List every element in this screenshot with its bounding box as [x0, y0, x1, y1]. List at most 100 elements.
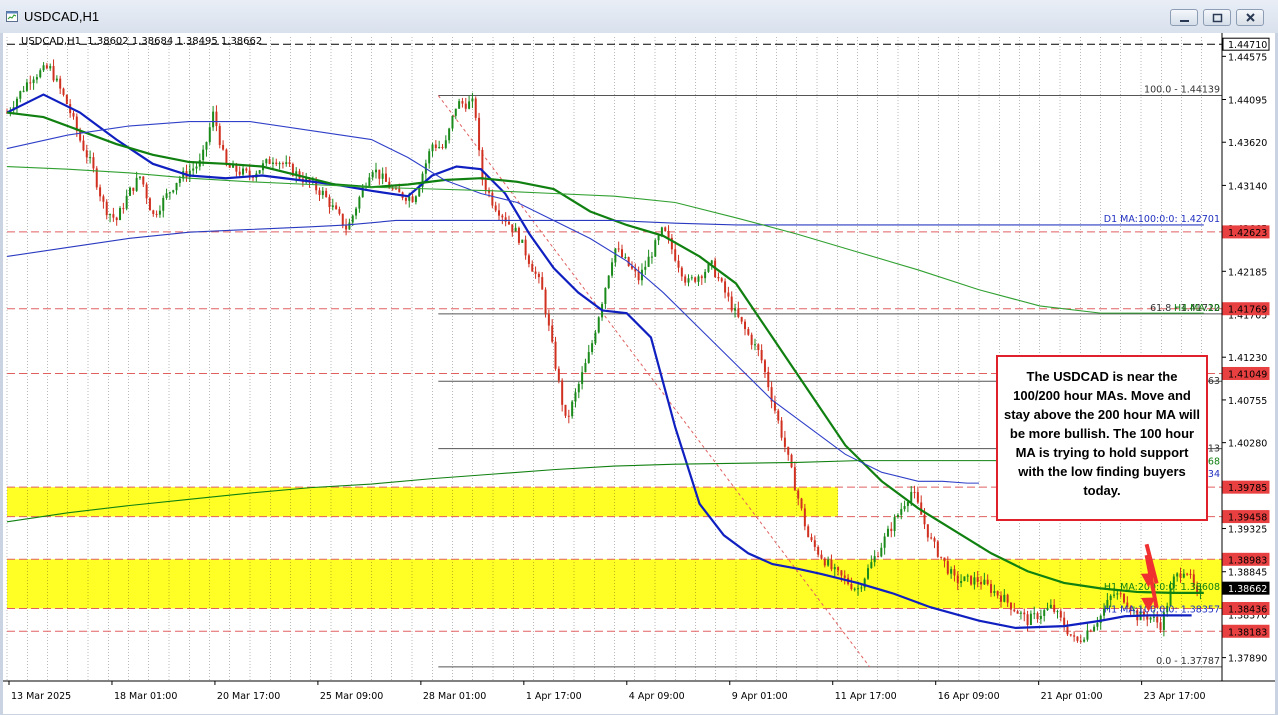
close-button[interactable]: [1236, 9, 1264, 26]
candle-body: [1086, 630, 1089, 640]
y-tick-label-14: 1.37890: [1228, 654, 1267, 665]
candle-body: [870, 562, 873, 569]
candle-body: [677, 260, 680, 268]
candle-body: [767, 371, 770, 388]
candle-body: [946, 561, 949, 574]
candle-body: [15, 98, 18, 108]
candle-body: [604, 287, 607, 304]
moving-average-line-4: [6, 219, 1204, 258]
candle-body: [783, 437, 786, 447]
candle-body: [464, 103, 467, 109]
candle-body: [1079, 640, 1082, 642]
candle-body: [657, 235, 660, 241]
candle-body: [431, 144, 434, 152]
candle-body: [544, 289, 547, 314]
candle-body: [404, 197, 407, 201]
fib-level-label: 0.0 - 1.37787: [1156, 656, 1220, 667]
candle-body: [571, 401, 574, 417]
candle-body: [138, 176, 141, 178]
candle-body: [178, 178, 181, 183]
candles: [6, 59, 1202, 644]
candle-body: [458, 101, 461, 109]
candle-body: [514, 227, 517, 232]
candle-body: [72, 113, 75, 117]
candle-body: [647, 256, 650, 267]
y-tick-label-5: 1.42185: [1228, 267, 1267, 278]
candle-body: [112, 214, 115, 218]
candle-body: [1049, 604, 1052, 608]
candle-body: [1189, 573, 1192, 575]
candle-body: [278, 163, 281, 165]
candle-body: [1016, 611, 1019, 614]
candle-body: [22, 90, 25, 92]
candle-body: [1029, 613, 1032, 625]
candle-body: [215, 111, 218, 126]
candle-body: [1076, 636, 1079, 641]
candle-body: [1152, 616, 1155, 618]
candle-body: [62, 88, 65, 95]
candle-body: [45, 65, 48, 69]
candle-body: [757, 344, 760, 351]
candle-body: [581, 372, 584, 385]
candle-body: [242, 168, 245, 175]
candle-body: [195, 166, 198, 169]
ma-label-1: H4 MA:20: [1174, 303, 1220, 314]
candle-body: [454, 108, 457, 116]
maximize-button[interactable]: [1203, 9, 1231, 26]
candle-body: [52, 66, 55, 81]
candle-body: [584, 362, 587, 373]
candle-body: [25, 82, 28, 91]
candle-body: [986, 579, 989, 585]
candle-body: [444, 140, 447, 148]
candle-body: [790, 454, 793, 468]
title-bar[interactable]: USDCAD,H1: [0, 0, 1278, 33]
y-tick-label-2: 1.43620: [1228, 138, 1267, 149]
candle-body: [1036, 613, 1039, 620]
candle-body: [245, 168, 248, 171]
candle-body: [537, 273, 540, 278]
candle-body: [328, 197, 331, 208]
price-chart[interactable]: 100.0 - 1.44139 61.8 - 1.41712 0.0 - 1.377…: [3, 33, 1275, 714]
candle-body: [82, 140, 85, 151]
candle-body: [800, 498, 803, 509]
candle-body: [886, 528, 889, 537]
candle-body: [1039, 615, 1042, 620]
candle-body: [993, 591, 996, 593]
candle-body: [557, 368, 560, 381]
candle-body: [511, 224, 514, 232]
candle-body: [956, 575, 959, 583]
candle-body: [867, 568, 870, 579]
candle-body: [876, 556, 879, 558]
candle-body: [840, 570, 843, 576]
candle-body: [1089, 630, 1092, 632]
ohlc-header: USDCAD,H1 1.38602 1.38684 1.38495 1.3866…: [21, 36, 263, 47]
candle-body: [607, 275, 610, 288]
fib-level-label: 100.0 - 1.44139: [1144, 85, 1220, 96]
candle-body: [165, 193, 168, 198]
candle-body: [893, 517, 896, 532]
candle-body: [777, 410, 780, 421]
price-tag-2: 1.41769: [1228, 305, 1267, 316]
x-tick-label-9: 16 Apr 09:00: [938, 691, 1000, 702]
candle-body: [168, 192, 171, 194]
candle-body: [1073, 635, 1076, 637]
candle-body: [507, 221, 510, 225]
candle-body: [494, 205, 497, 211]
y-tick-label-12: 1.38845: [1228, 568, 1267, 579]
candle-body: [597, 317, 600, 333]
candle-body: [680, 267, 683, 277]
candle-body: [99, 187, 102, 197]
price-tag-7: 1.38662: [1228, 584, 1267, 595]
candle-body: [35, 77, 38, 80]
candle-body: [105, 201, 108, 216]
minimize-button[interactable]: [1170, 9, 1198, 26]
candle-body: [700, 276, 703, 279]
price-tag-5: 1.39458: [1228, 513, 1267, 524]
candle-body: [92, 157, 95, 169]
candle-body: [175, 182, 178, 191]
candle-body: [338, 209, 341, 214]
candle-body: [707, 263, 710, 272]
candle-body: [238, 171, 241, 175]
candle-body: [468, 101, 471, 109]
candle-body: [594, 332, 597, 344]
